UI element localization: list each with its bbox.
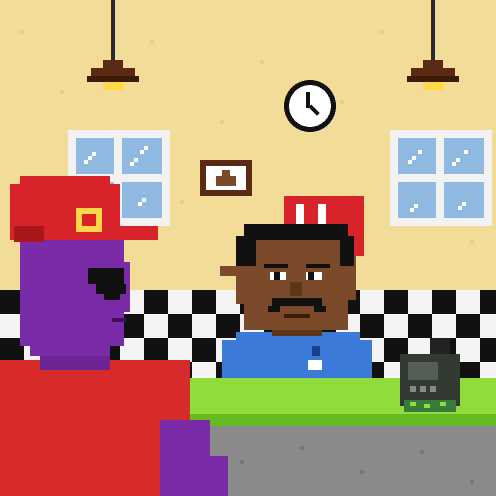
checker-tile: [480, 338, 496, 362]
checker-tile: [144, 314, 168, 338]
wall-clock: [284, 80, 336, 132]
checker-tile: [192, 338, 216, 362]
diner-scene: [0, 0, 496, 496]
framed-picture: [200, 160, 252, 196]
checker-tile: [168, 290, 192, 314]
checker-tile: [456, 290, 480, 314]
checker-tile: [408, 290, 432, 314]
checker-tile: [144, 290, 168, 314]
checker-tile: [168, 314, 192, 338]
checker-tile: [168, 338, 192, 362]
checker-tile: [192, 314, 216, 338]
checker-tile: [192, 290, 216, 314]
checker-tile: [408, 314, 432, 338]
checker-tile: [144, 338, 168, 362]
checker-tile: [456, 314, 480, 338]
checker-tile: [360, 314, 384, 338]
checker-tile: [480, 290, 496, 314]
checker-tile: [384, 290, 408, 314]
checker-tile: [432, 290, 456, 314]
checker-tile: [384, 314, 408, 338]
checker-tile: [432, 314, 456, 338]
checker-tile: [480, 314, 496, 338]
checker-tile: [360, 290, 384, 314]
window-right: [390, 130, 492, 226]
